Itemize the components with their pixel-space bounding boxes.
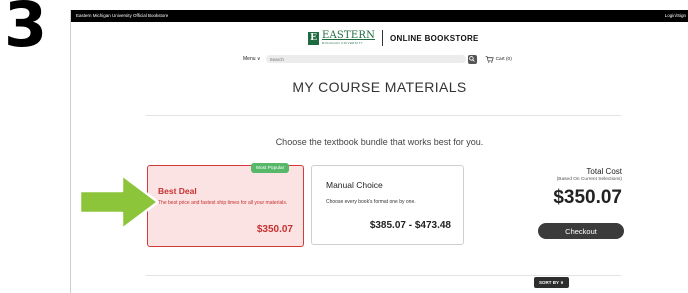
results-divider (146, 275, 621, 276)
bundle-price-range: $385.07 - $473.48 (369, 220, 451, 231)
most-popular-badge: Most Popular (251, 163, 290, 173)
bundle-title: Manual Choice (326, 180, 383, 190)
bundle-price: $350.07 (256, 224, 293, 235)
total-cost-summary: Total Cost (Based On Current Selections)… (553, 167, 622, 209)
step-number: 3 (4, 0, 48, 61)
store-name-link[interactable]: Eastern Michigan University Official Boo… (76, 13, 168, 18)
checkout-button[interactable]: Checkout (538, 223, 624, 239)
search-icon (469, 56, 475, 62)
brand-subtitle: MICHIGAN UNIVERSITY (322, 41, 364, 46)
login-link[interactable]: Login/Sign (665, 13, 686, 18)
sort-by-dropdown[interactable]: SORT BY ∨ (534, 277, 569, 288)
top-bar: Eastern Michigan University Official Boo… (71, 10, 688, 22)
bundle-description: The best price and fastest ship times fo… (158, 200, 288, 206)
university-shield-icon: E (308, 31, 319, 45)
store-title: ONLINE BOOKSTORE (390, 33, 479, 43)
brand-wordmark: EASTERN MICHIGAN UNIVERSITY (322, 31, 375, 45)
best-deal-card[interactable]: Best Deal The best price and fastest shi… (147, 165, 304, 247)
cart-link[interactable]: Cart (0) (485, 55, 512, 63)
logo-divider (382, 30, 384, 46)
search-input[interactable] (265, 55, 466, 63)
total-cost-amount: $350.07 (553, 187, 622, 208)
nav-bar: Menu ∨ Cart (0) (243, 54, 512, 64)
site-logo[interactable]: E EASTERN MICHIGAN UNIVERSITY ONLINE BOO… (308, 30, 479, 46)
page-title: MY COURSE MATERIALS (292, 79, 467, 95)
total-cost-sublabel: (Based On Current Selections) (556, 177, 622, 182)
bundle-description: Choose every book's format one by one. (326, 199, 416, 205)
section-subtitle: Choose the textbook bundle that works be… (275, 137, 484, 147)
brand-name: EASTERN (322, 30, 376, 42)
cart-label: Cart (0) (495, 56, 512, 62)
cart-icon (485, 55, 494, 63)
menu-dropdown[interactable]: Menu ∨ (243, 56, 261, 62)
search-button[interactable] (467, 54, 477, 64)
total-cost-label: Total Cost (586, 167, 622, 176)
bookstore-screenshot: Eastern Michigan University Official Boo… (70, 10, 688, 293)
section-divider (146, 115, 621, 116)
manual-choice-card[interactable]: Manual Choice Choose every book's format… (311, 165, 464, 245)
right-arrow-icon (78, 173, 160, 231)
bundle-title: Best Deal (158, 186, 197, 196)
